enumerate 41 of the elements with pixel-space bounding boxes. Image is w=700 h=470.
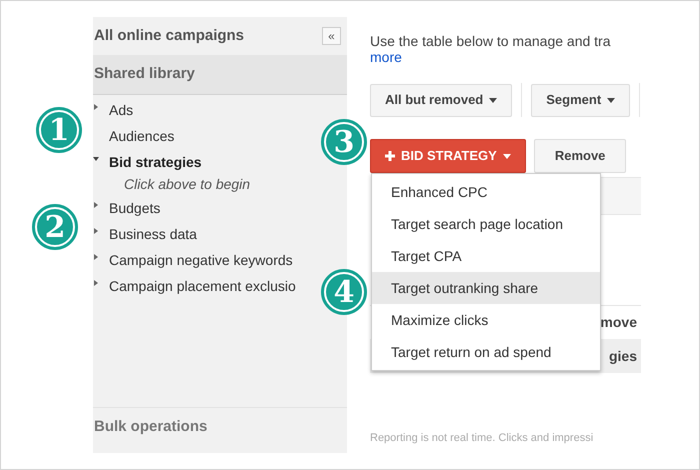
sidebar-item[interactable]: Ads: [109, 102, 134, 118]
expand-arrow-icon[interactable]: [94, 254, 98, 260]
menu-item[interactable]: Maximize clicks: [372, 304, 600, 336]
menu-item[interactable]: Enhanced CPC: [372, 176, 600, 208]
step-number-badge: 4: [321, 269, 367, 315]
sidebar-item[interactable]: Bid strategies: [109, 154, 202, 170]
sidebar-item[interactable]: Budgets: [109, 200, 160, 216]
menu-item[interactable]: Target search page location: [372, 208, 600, 240]
expand-arrow-icon[interactable]: [94, 228, 98, 234]
step-number-badge: 3: [321, 119, 367, 165]
sidebar-item[interactable]: Audiences: [109, 128, 174, 144]
table-button-text: move: [600, 313, 637, 332]
step-number-badge: 2: [32, 204, 78, 250]
caret-icon: [489, 98, 498, 102]
sidebar-item[interactable]: Business data: [109, 226, 197, 242]
caret-icon: [502, 154, 511, 158]
filter-dropdown[interactable]: All but removed: [370, 84, 512, 116]
more-link[interactable]: more: [370, 49, 402, 65]
sidebar-title: All online campaigns: [94, 26, 244, 46]
intro-text: Use the table below to manage and tra: [370, 33, 612, 49]
collapse-button[interactable]: «: [322, 27, 341, 45]
collapse-arrow-icon[interactable]: [93, 157, 99, 161]
menu-item[interactable]: Target return on ad spend: [372, 336, 600, 368]
menu-item[interactable]: Target CPA: [372, 240, 600, 272]
filter-dropdown[interactable]: Segment: [531, 84, 630, 116]
table-header-text: gies: [608, 346, 637, 366]
bulk-operations-link[interactable]: Bulk operations: [94, 416, 208, 439]
bid-strategy-button[interactable]: BID STRATEGY: [370, 139, 526, 173]
expand-arrow-icon[interactable]: [94, 202, 98, 208]
hint-text: Click above to begin: [124, 176, 250, 192]
menu-item[interactable]: Target outranking share: [372, 272, 600, 304]
step-number-badge: 1: [36, 107, 82, 153]
footnote-text: Reporting is not real time. Clicks and impressi: [370, 431, 594, 445]
remove-button[interactable]: Remove: [534, 139, 626, 173]
plus-icon: [385, 151, 395, 161]
caret-icon: [607, 98, 616, 102]
sidebar-item[interactable]: Campaign placement exclusio: [109, 278, 296, 294]
expand-arrow-icon[interactable]: [94, 280, 98, 286]
sidebar-item[interactable]: Campaign negative keywords: [109, 252, 293, 268]
expand-arrow-icon[interactable]: [94, 104, 98, 110]
section-header: Shared library: [93, 55, 347, 95]
